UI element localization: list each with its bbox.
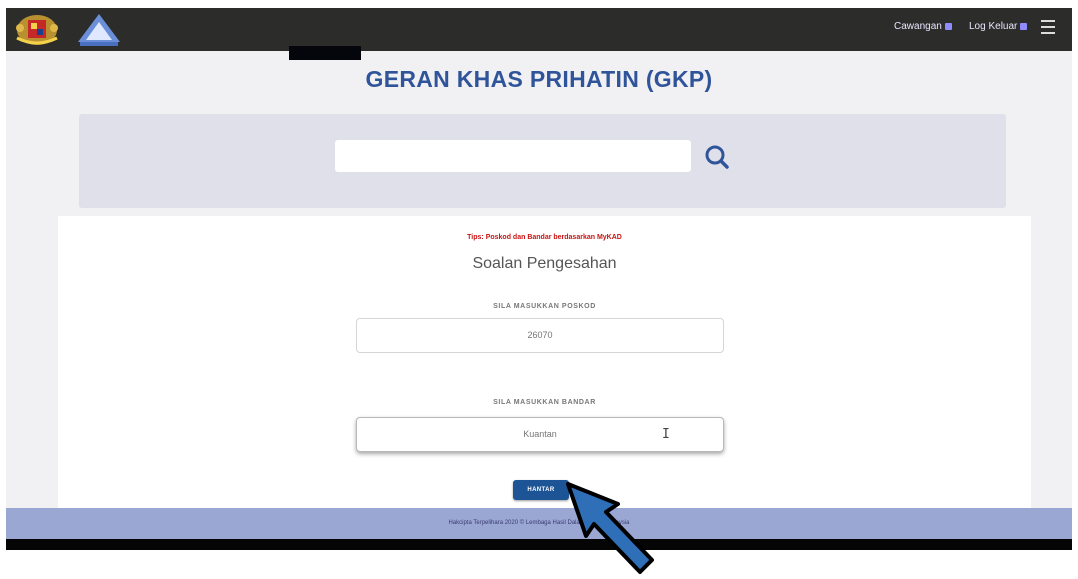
redacted-search-value: [289, 46, 361, 60]
logout-label: Log Keluar: [969, 21, 1018, 32]
logout-icon: [1020, 23, 1028, 30]
text-cursor-icon: I: [662, 427, 670, 442]
footer: Hakcipta Terpelihara 2020 © Lembaga Hasi…: [6, 508, 1072, 539]
footer-bar: [6, 539, 1072, 550]
coat-of-arms-logo: [16, 15, 58, 45]
browser-viewport: Cawangan Log Keluar GERAN KHAS PRIHATIN …: [6, 8, 1072, 550]
verification-heading: Soalan Pengesahan: [472, 255, 617, 272]
branch-icon: [944, 23, 952, 30]
tips-text: Tips: Poskod dan Bandar berdasarkan MyKA…: [467, 234, 622, 241]
search-icon[interactable]: [704, 144, 730, 170]
bandar-label: SILA MASUKKAN BANDAR: [493, 399, 596, 406]
poskod-label: SILA MASUKKAN POSKOD: [493, 303, 596, 310]
poskod-field[interactable]: [356, 318, 724, 353]
branch-link[interactable]: Cawangan: [894, 21, 952, 32]
verification-card: Tips: Poskod dan Bandar berdasarkan MyKA…: [58, 216, 1031, 516]
agency-logo: [78, 14, 120, 46]
logout-link[interactable]: Log Keluar: [969, 21, 1028, 32]
pointer-arrow-icon: [566, 482, 654, 574]
top-navbar: Cawangan Log Keluar: [6, 8, 1072, 51]
branch-label: Cawangan: [894, 21, 942, 32]
search-input[interactable]: [335, 140, 691, 172]
page-title: GERAN KHAS PRIHATIN (GKP): [365, 66, 713, 92]
menu-icon[interactable]: [1041, 20, 1055, 34]
search-panel: [79, 114, 1006, 208]
